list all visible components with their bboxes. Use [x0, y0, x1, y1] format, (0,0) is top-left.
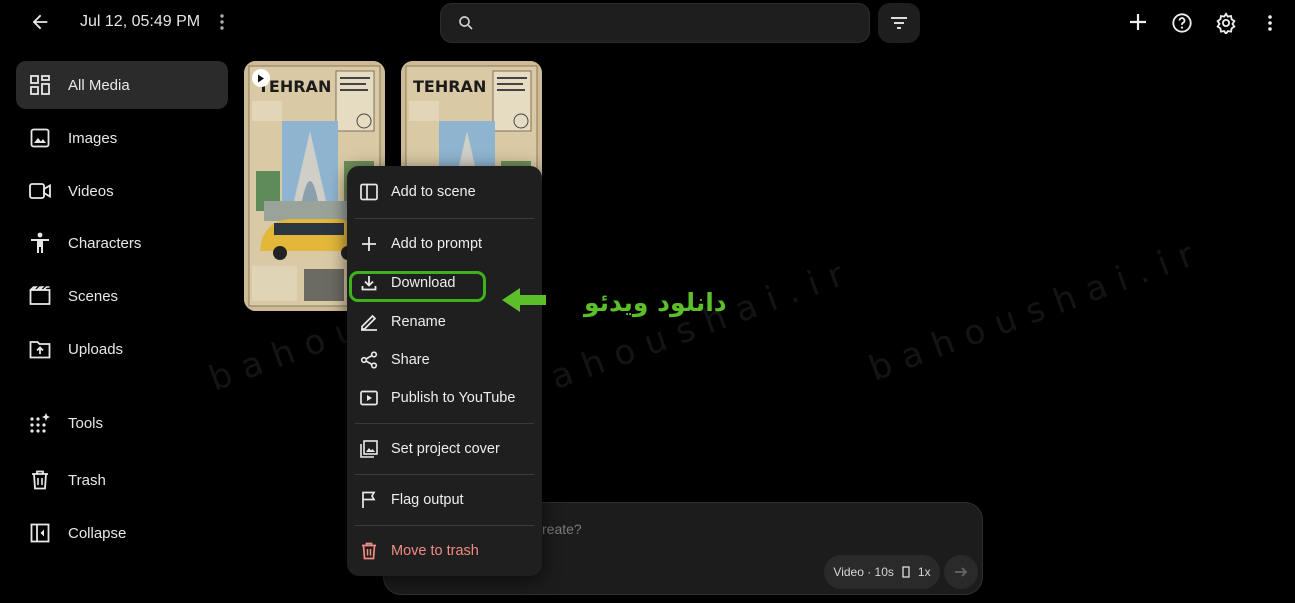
menu-item-label: Publish to YouTube [391, 390, 516, 406]
youtube-icon [347, 390, 391, 406]
menu-item-label: Move to trash [391, 543, 479, 559]
add-button[interactable] [1125, 9, 1151, 35]
watermark: bahoushai.ir [513, 250, 861, 410]
more-menu-button[interactable] [1258, 9, 1282, 37]
search-bar[interactable] [440, 3, 870, 43]
more-vertical-icon [220, 14, 224, 30]
upload-icon [16, 339, 64, 359]
sidebar-item-collapse[interactable]: Collapse [16, 509, 228, 557]
sidebar-item-label: Images [68, 129, 118, 147]
trash-icon [16, 470, 64, 490]
add-scene-icon [347, 183, 391, 201]
sidebar-item-trash[interactable]: Trash [16, 456, 228, 504]
help-button[interactable] [1168, 9, 1196, 37]
sparkle-grid-icon [16, 412, 64, 434]
plus-icon [1130, 14, 1146, 30]
sidebar-item-label: Characters [68, 234, 142, 252]
video-icon [16, 182, 64, 200]
search-icon [457, 14, 475, 37]
annotation-arrow-icon [502, 288, 546, 312]
sidebar-item-characters[interactable]: Characters [16, 219, 228, 267]
image-icon [16, 128, 64, 148]
download-highlight-box [349, 271, 486, 302]
more-options-button[interactable] [212, 10, 232, 34]
menu-divider [355, 423, 534, 424]
sidebar-item-label: All Media [68, 76, 130, 94]
menu-item-share[interactable]: Share [347, 342, 542, 378]
more-vertical-icon [1268, 15, 1272, 31]
pencil-icon [347, 313, 391, 331]
back-button[interactable] [26, 8, 54, 36]
menu-item-publish-youtube[interactable]: Publish to YouTube [347, 380, 542, 416]
gear-icon [1216, 12, 1236, 34]
timestamp: Jul 12, 05:49 PM [80, 13, 201, 30]
sidebar-item-label: Trash [68, 471, 106, 489]
sidebar-item-uploads[interactable]: Uploads [16, 325, 228, 373]
mode-label: Video · 10s [833, 565, 894, 579]
filter-button[interactable] [878, 3, 920, 43]
flag-icon [347, 491, 391, 509]
arrow-left-icon [32, 14, 48, 30]
sidebar-item-images[interactable]: Images [16, 114, 228, 162]
menu-item-move-to-trash[interactable]: Move to trash [347, 533, 542, 569]
video-settings-chip[interactable]: Video · 10s 1x [824, 555, 940, 589]
sidebar-item-label: Videos [68, 182, 114, 200]
plus-icon [347, 237, 391, 251]
menu-item-set-cover[interactable]: Set project cover [347, 431, 542, 467]
sidebar-item-label: Scenes [68, 287, 119, 305]
grid-icon [16, 75, 64, 95]
prompt-placeholder: reate? [542, 521, 582, 537]
play-icon [252, 69, 270, 87]
collapse-icon [16, 523, 64, 543]
send-button[interactable] [944, 555, 978, 589]
person-icon [16, 232, 64, 254]
menu-item-label: Set project cover [391, 441, 500, 457]
menu-item-label: Rename [391, 314, 446, 330]
poster-title: TEHRAN [413, 77, 487, 96]
arrow-right-icon [955, 567, 968, 577]
sidebar-item-tools[interactable]: Tools [16, 399, 228, 447]
menu-divider [355, 525, 534, 526]
annotation-text: دانلود ویدئو [584, 288, 727, 317]
menu-item-label: Add to scene [391, 184, 476, 200]
sidebar-item-videos[interactable]: Videos [16, 167, 228, 215]
watermark: bahoushai.ir [863, 230, 1211, 390]
menu-item-label: Share [391, 352, 430, 368]
sidebar-item-scenes[interactable]: Scenes [16, 272, 228, 320]
menu-item-flag-output[interactable]: Flag output [347, 482, 542, 518]
sidebar-item-label: Collapse [68, 524, 127, 542]
sidebar-item-all-media[interactable]: All Media [16, 61, 228, 109]
search-input[interactable] [485, 12, 855, 36]
settings-button[interactable] [1212, 9, 1240, 37]
trash-icon [347, 542, 391, 560]
help-icon [1172, 13, 1192, 33]
clapper-icon [16, 286, 64, 306]
filter-icon [891, 17, 907, 29]
menu-divider [355, 474, 534, 475]
share-icon [347, 351, 391, 369]
menu-divider [355, 218, 534, 219]
aspect-ratio-icon [902, 566, 910, 578]
output-count: 1x [917, 565, 931, 579]
cover-icon [347, 440, 391, 458]
menu-item-add-to-prompt[interactable]: Add to prompt [347, 226, 542, 262]
context-menu: Add to scene Add to prompt Download Rena… [347, 166, 542, 576]
sidebar-item-label: Uploads [68, 340, 124, 358]
menu-item-label: Add to prompt [391, 236, 483, 252]
menu-item-label: Flag output [391, 492, 464, 508]
menu-item-add-to-scene[interactable]: Add to scene [347, 174, 542, 210]
sidebar-item-label: Tools [68, 414, 104, 432]
